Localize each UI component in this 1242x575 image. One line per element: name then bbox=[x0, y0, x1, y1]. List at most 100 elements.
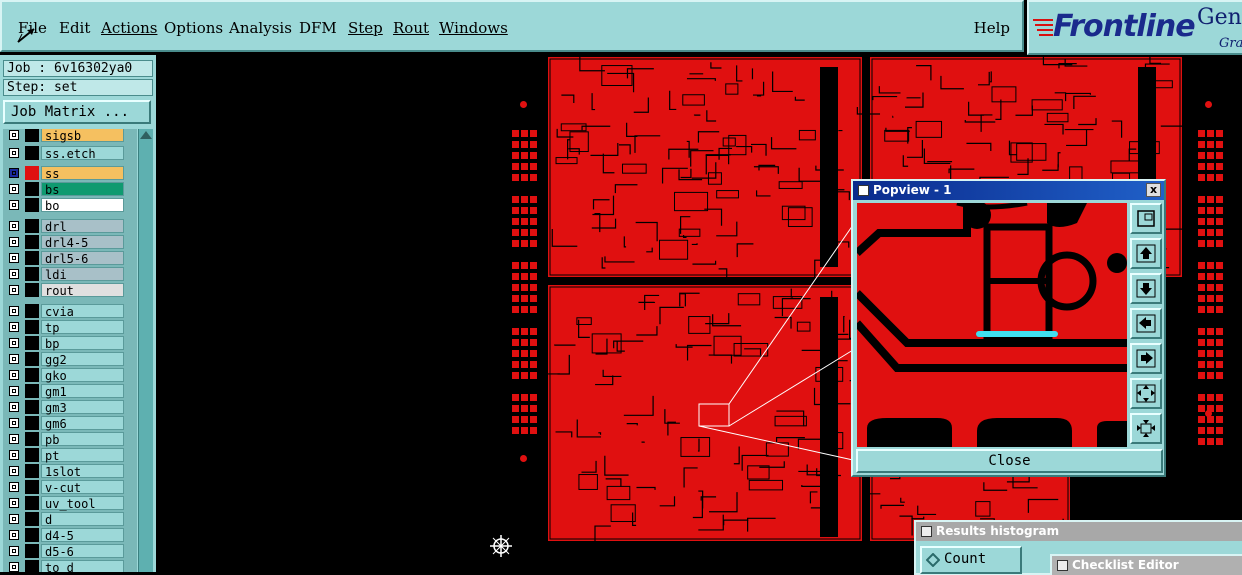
layer-row-1slot[interactable]: 1slot bbox=[3, 463, 137, 479]
layer-checkbox[interactable] bbox=[9, 562, 19, 572]
layer-color-swatch[interactable] bbox=[25, 182, 39, 196]
layer-name[interactable]: ss bbox=[41, 166, 124, 181]
layer-row-gko[interactable]: gko bbox=[3, 367, 137, 383]
layer-scrollbar[interactable] bbox=[138, 129, 153, 572]
layer-color-swatch[interactable] bbox=[25, 528, 39, 542]
layer-name[interactable]: gm3 bbox=[41, 400, 124, 415]
layer-checkbox[interactable] bbox=[9, 253, 19, 263]
layer-name[interactable]: tp bbox=[41, 320, 124, 335]
layer-checkbox[interactable] bbox=[9, 434, 19, 444]
layer-name[interactable]: bo bbox=[41, 198, 124, 213]
menu-rout[interactable]: Rout bbox=[393, 19, 429, 37]
layer-checkbox[interactable] bbox=[9, 306, 19, 316]
pv-pan-left-button[interactable] bbox=[1130, 308, 1162, 339]
layer-name[interactable]: 1slot bbox=[41, 464, 124, 479]
layer-color-swatch[interactable] bbox=[25, 336, 39, 350]
layer-name[interactable]: pt bbox=[41, 448, 124, 463]
layer-name[interactable]: drl4-5 bbox=[41, 235, 124, 250]
layer-checkbox[interactable] bbox=[9, 514, 19, 524]
layer-checkbox[interactable] bbox=[9, 482, 19, 492]
layer-name[interactable]: pb bbox=[41, 432, 124, 447]
layer-checkbox[interactable] bbox=[9, 402, 19, 412]
pv-zoom-window-button[interactable] bbox=[1130, 203, 1162, 234]
layer-color-swatch[interactable] bbox=[25, 352, 39, 366]
layer-color-swatch[interactable] bbox=[25, 496, 39, 510]
layer-checkbox[interactable] bbox=[9, 386, 19, 396]
layer-row-sigsb[interactable]: sigsb bbox=[3, 129, 137, 143]
layer-name[interactable]: gko bbox=[41, 368, 124, 383]
layer-color-swatch[interactable] bbox=[25, 235, 39, 249]
window-menu-icon[interactable] bbox=[921, 526, 932, 537]
layer-name[interactable]: cvia bbox=[41, 304, 124, 319]
layer-row-pb[interactable]: pb bbox=[3, 431, 137, 447]
layer-name[interactable]: gg2 bbox=[41, 352, 124, 367]
layer-checkbox[interactable] bbox=[9, 338, 19, 348]
pv-zoom-in-button[interactable] bbox=[1130, 413, 1162, 444]
layer-row-to_d[interactable]: to_d bbox=[3, 559, 137, 572]
layer-row-drl4-5[interactable]: drl4-5 bbox=[3, 234, 137, 250]
window-menu-icon[interactable] bbox=[1057, 560, 1068, 571]
layer-color-swatch[interactable] bbox=[25, 544, 39, 558]
layer-row-drl[interactable]: drl bbox=[3, 218, 137, 234]
layer-color-swatch[interactable] bbox=[25, 129, 39, 142]
layer-name[interactable]: v-cut bbox=[41, 480, 124, 495]
popview-close-x-button[interactable]: x bbox=[1146, 183, 1161, 197]
layer-row-cvia[interactable]: cvia bbox=[3, 303, 137, 319]
layer-checkbox[interactable] bbox=[9, 354, 19, 364]
menu-help[interactable]: Help bbox=[974, 19, 1010, 37]
layer-checkbox[interactable] bbox=[9, 237, 19, 247]
layer-row-v-cut[interactable]: v-cut bbox=[3, 479, 137, 495]
layer-checkbox[interactable] bbox=[9, 450, 19, 460]
layer-checkbox[interactable] bbox=[9, 184, 19, 194]
layer-checkbox[interactable] bbox=[9, 370, 19, 380]
layer-color-swatch[interactable] bbox=[25, 480, 39, 494]
menu-file[interactable]: File bbox=[18, 19, 47, 37]
layer-checkbox[interactable] bbox=[9, 466, 19, 476]
layer-color-swatch[interactable] bbox=[25, 464, 39, 478]
layer-row-bo[interactable]: bo bbox=[3, 197, 137, 213]
pv-zoom-out-button[interactable] bbox=[1130, 378, 1162, 409]
layer-row-d5-6[interactable]: d5-6 bbox=[3, 543, 137, 559]
layer-checkbox[interactable] bbox=[9, 322, 19, 332]
layer-checkbox[interactable] bbox=[9, 221, 19, 231]
layer-row-uv_tool[interactable]: uv_tool bbox=[3, 495, 137, 511]
menu-actions[interactable]: Actions bbox=[101, 19, 157, 37]
layer-color-swatch[interactable] bbox=[25, 368, 39, 382]
layer-name[interactable]: gm6 bbox=[41, 416, 124, 431]
layer-row-tp[interactable]: tp bbox=[3, 319, 137, 335]
layer-color-swatch[interactable] bbox=[25, 320, 39, 334]
window-menu-icon[interactable] bbox=[858, 185, 869, 196]
layer-name[interactable]: gm1 bbox=[41, 384, 124, 399]
layer-row-gm1[interactable]: gm1 bbox=[3, 383, 137, 399]
layer-name[interactable]: ss.etch bbox=[41, 146, 124, 161]
layer-name[interactable]: bp bbox=[41, 336, 124, 351]
layer-checkbox[interactable] bbox=[9, 285, 19, 295]
layer-name[interactable]: to_d bbox=[41, 560, 124, 572]
layer-color-swatch[interactable] bbox=[25, 560, 39, 572]
layer-checkbox[interactable] bbox=[9, 530, 19, 540]
layer-color-swatch[interactable] bbox=[25, 512, 39, 526]
layer-row-d4-5[interactable]: d4-5 bbox=[3, 527, 137, 543]
layer-row-drl5-6[interactable]: drl5-6 bbox=[3, 250, 137, 266]
checklist-editor-titlebar[interactable]: Checklist Editor bbox=[1052, 556, 1242, 575]
job-matrix-button[interactable]: Job Matrix ... bbox=[3, 100, 151, 124]
layer-row-ss.etch[interactable]: ss.etch bbox=[3, 145, 137, 161]
layer-checkbox[interactable] bbox=[9, 130, 19, 140]
popview-close-button[interactable]: Close bbox=[856, 449, 1163, 473]
layer-row-gm3[interactable]: gm3 bbox=[3, 399, 137, 415]
layer-color-swatch[interactable] bbox=[25, 267, 39, 281]
layer-color-swatch[interactable] bbox=[25, 283, 39, 297]
menu-analysis[interactable]: Analysis bbox=[229, 19, 292, 37]
count-button[interactable]: Count bbox=[920, 546, 1022, 574]
layer-name[interactable]: sigsb bbox=[41, 129, 124, 143]
layer-name[interactable]: bs bbox=[41, 182, 124, 197]
layer-name[interactable]: drl bbox=[41, 219, 124, 234]
layer-color-swatch[interactable] bbox=[25, 400, 39, 414]
layer-color-swatch[interactable] bbox=[25, 304, 39, 318]
layer-name[interactable]: drl5-6 bbox=[41, 251, 124, 266]
popview-canvas[interactable] bbox=[857, 203, 1127, 447]
layer-color-swatch[interactable] bbox=[25, 219, 39, 233]
layer-checkbox[interactable] bbox=[9, 168, 19, 178]
layer-color-swatch[interactable] bbox=[25, 146, 39, 160]
layer-name[interactable]: rout bbox=[41, 283, 124, 298]
